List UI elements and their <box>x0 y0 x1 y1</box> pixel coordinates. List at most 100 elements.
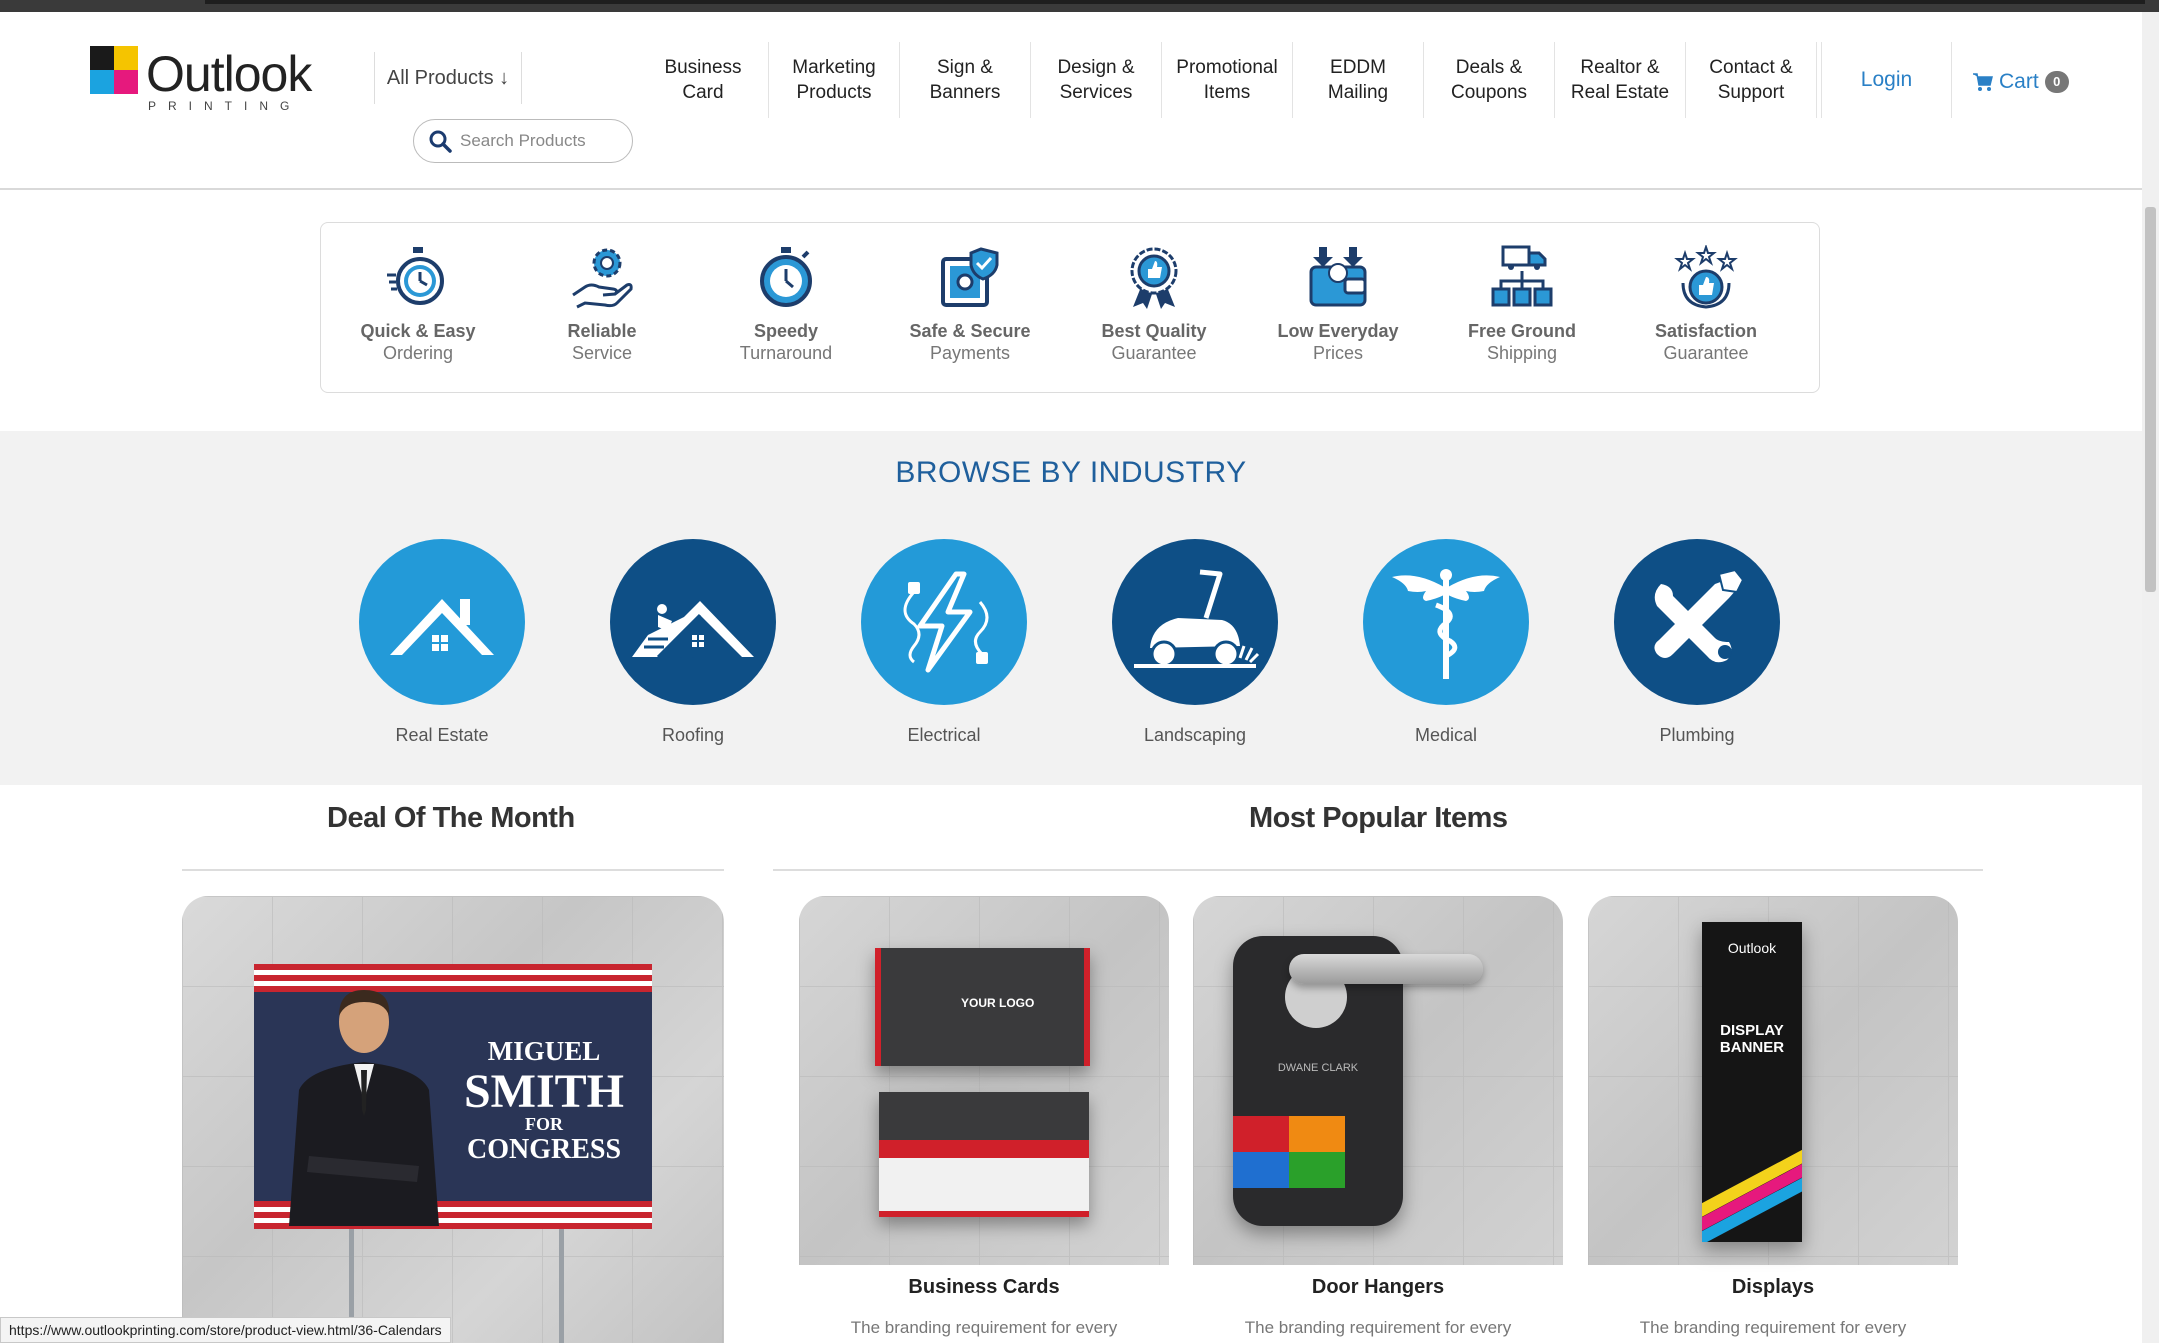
nav-contact-support[interactable]: Contact & Support <box>1686 42 1817 118</box>
feature-subtitle: Payments <box>929 343 1011 363</box>
sign-first-name: MIGUEL <box>487 1036 601 1066</box>
feature-best-quality: Best Quality Guarantee <box>1062 223 1246 392</box>
industry-label: Roofing <box>661 725 725 745</box>
product-title[interactable]: Displays <box>1588 1276 1958 1299</box>
sign-office: CONGRESS <box>466 1134 622 1165</box>
nav-deals-coupons[interactable]: Deals & Coupons <box>1424 42 1555 118</box>
search-icon <box>429 130 452 153</box>
feature-low-prices: Low Everyday Prices <box>1246 223 1430 392</box>
page-scrollbar[interactable] <box>2142 12 2159 1343</box>
feature-title: Reliable <box>567 321 637 341</box>
door-hangers-image: DWANE CLARK <box>1193 896 1563 1265</box>
industry-landscaping[interactable]: Landscaping <box>1070 539 1320 746</box>
feature-subtitle: Service <box>571 343 633 363</box>
login-link[interactable]: Login <box>1821 42 1952 118</box>
feature-quick-easy: Quick & Easy Ordering <box>326 223 510 392</box>
industry-label: Plumbing <box>1659 725 1735 745</box>
search-box[interactable] <box>413 119 633 163</box>
feature-title: Safe & Secure <box>909 321 1031 341</box>
industry-medical[interactable]: Medical <box>1321 539 1571 746</box>
nav-promotional-items[interactable]: Promotional Items <box>1162 42 1293 118</box>
feature-title: Free Ground <box>1467 321 1576 341</box>
thumbs-up-icon <box>1674 243 1738 309</box>
lightning-icon <box>861 539 1027 705</box>
cart-count-badge: 0 <box>2044 71 2069 93</box>
badge-icon <box>1130 247 1178 309</box>
stopwatch-icon <box>387 247 444 305</box>
industry-roofing[interactable]: Roofing <box>568 539 818 746</box>
feature-speedy-turnaround: Speedy Turnaround <box>694 223 878 392</box>
feature-reliable-service: Reliable Service <box>510 223 694 392</box>
caduceus-icon <box>1363 539 1529 705</box>
feature-subtitle: Turnaround <box>739 343 833 363</box>
product-description: The branding requirement for every <box>850 1318 1118 1337</box>
industry-plumbing[interactable]: Plumbing <box>1572 539 1822 746</box>
industry-label: Landscaping <box>1143 725 1247 745</box>
gear-hand-icon <box>572 248 633 309</box>
product-card-door-hangers[interactable]: DWANE CLARK Door Hangers The branding re… <box>1193 896 1563 1343</box>
logo-wordmark: Outlook <box>146 46 312 102</box>
feature-subtitle: Guarantee <box>1111 343 1197 363</box>
displays-image: Outlook DISPLAY BANNER <box>1588 896 1958 1265</box>
product-card-displays[interactable]: Outlook DISPLAY BANNER Displays The bran… <box>1588 896 1958 1343</box>
nav-eddm-mailing[interactable]: EDDM Mailing <box>1293 42 1424 118</box>
feature-subtitle: Prices <box>1312 343 1363 363</box>
deal-of-month-card[interactable]: MIGUEL SMITH FOR CONGRESS <box>182 896 724 1343</box>
house-icon <box>359 539 525 705</box>
feature-subtitle: Guarantee <box>1663 343 1749 363</box>
feature-title: Best Quality <box>1101 321 1207 341</box>
roof-icon <box>610 539 776 705</box>
feature-title: Speedy <box>753 321 819 341</box>
deal-of-month-title: Deal Of The Month <box>327 802 575 834</box>
product-description: The branding requirement for every <box>1639 1318 1907 1337</box>
product-title[interactable]: Business Cards <box>799 1276 1169 1299</box>
yard-sign-image: MIGUEL SMITH FOR CONGRESS <box>254 964 652 1229</box>
deal-divider <box>182 869 724 871</box>
popular-divider <box>773 869 1983 871</box>
wallet-icon <box>1309 247 1367 307</box>
status-bar-url: https://www.outlookprinting.com/store/pr… <box>0 1317 451 1343</box>
industry-label: Electrical <box>907 725 981 745</box>
hanger-name: DWANE CLARK <box>1277 1062 1359 1074</box>
site-header: Outlook PRINTING All Products ↓ Business… <box>0 12 2142 190</box>
nav-marketing-products[interactable]: Marketing Products <box>769 42 900 118</box>
scrollbar-thumb[interactable] <box>2145 207 2156 592</box>
feature-title: Low Everyday <box>1277 321 1399 341</box>
banner-text: DISPLAY BANNER <box>1719 1022 1785 1056</box>
cart-link[interactable]: Cart 0 <box>1972 68 2069 96</box>
truck-icon <box>1491 245 1553 307</box>
sign-for: FOR <box>525 1114 563 1134</box>
nav-business-card[interactable]: Business Card <box>638 42 769 118</box>
industry-electrical[interactable]: Electrical <box>819 539 1069 746</box>
feature-subtitle: Shipping <box>1486 343 1558 363</box>
section-title: BROWSE BY INDUSTRY <box>895 456 1247 489</box>
nav-sign-banners[interactable]: Sign & Banners <box>900 42 1031 118</box>
timer-icon <box>760 247 812 307</box>
search-input[interactable] <box>460 131 620 151</box>
industry-label: Real Estate <box>395 725 489 745</box>
all-products-dropdown[interactable]: All Products ↓ <box>374 52 522 104</box>
feature-title: Quick & Easy <box>360 321 476 341</box>
industry-real-estate[interactable]: Real Estate <box>317 539 567 746</box>
business-cards-image: YOUR LOGO <box>799 896 1169 1265</box>
nav-design-services[interactable]: Design & Services <box>1031 42 1162 118</box>
logo-tagline: PRINTING <box>148 99 302 113</box>
sign-last-name: SMITH <box>463 1065 625 1118</box>
wrench-icon <box>1614 539 1780 705</box>
safe-icon <box>941 247 999 307</box>
most-popular-title: Most Popular Items <box>1249 802 1508 834</box>
banner-brand: Outlook <box>1727 940 1777 956</box>
cart-label: Cart <box>1999 70 2039 93</box>
cart-icon <box>1973 73 1993 91</box>
card-logo-text: YOUR LOGO <box>961 996 1035 1010</box>
feature-free-shipping: Free Ground Shipping <box>1430 223 1614 392</box>
main-nav: Business Card Marketing Products Sign & … <box>638 42 1817 118</box>
nav-realtor-real-estate[interactable]: Realtor & Real Estate <box>1555 42 1686 118</box>
candidate-figure <box>289 990 439 1226</box>
lawnmower-icon <box>1112 539 1278 705</box>
product-card-business-cards[interactable]: YOUR LOGO Business Cards The branding re… <box>799 896 1169 1343</box>
product-title[interactable]: Door Hangers <box>1193 1276 1563 1299</box>
features-strip: Quick & Easy Ordering Reliable Service S… <box>320 222 1820 393</box>
feature-subtitle: Ordering <box>382 343 454 363</box>
site-logo[interactable]: Outlook PRINTING <box>90 46 320 113</box>
